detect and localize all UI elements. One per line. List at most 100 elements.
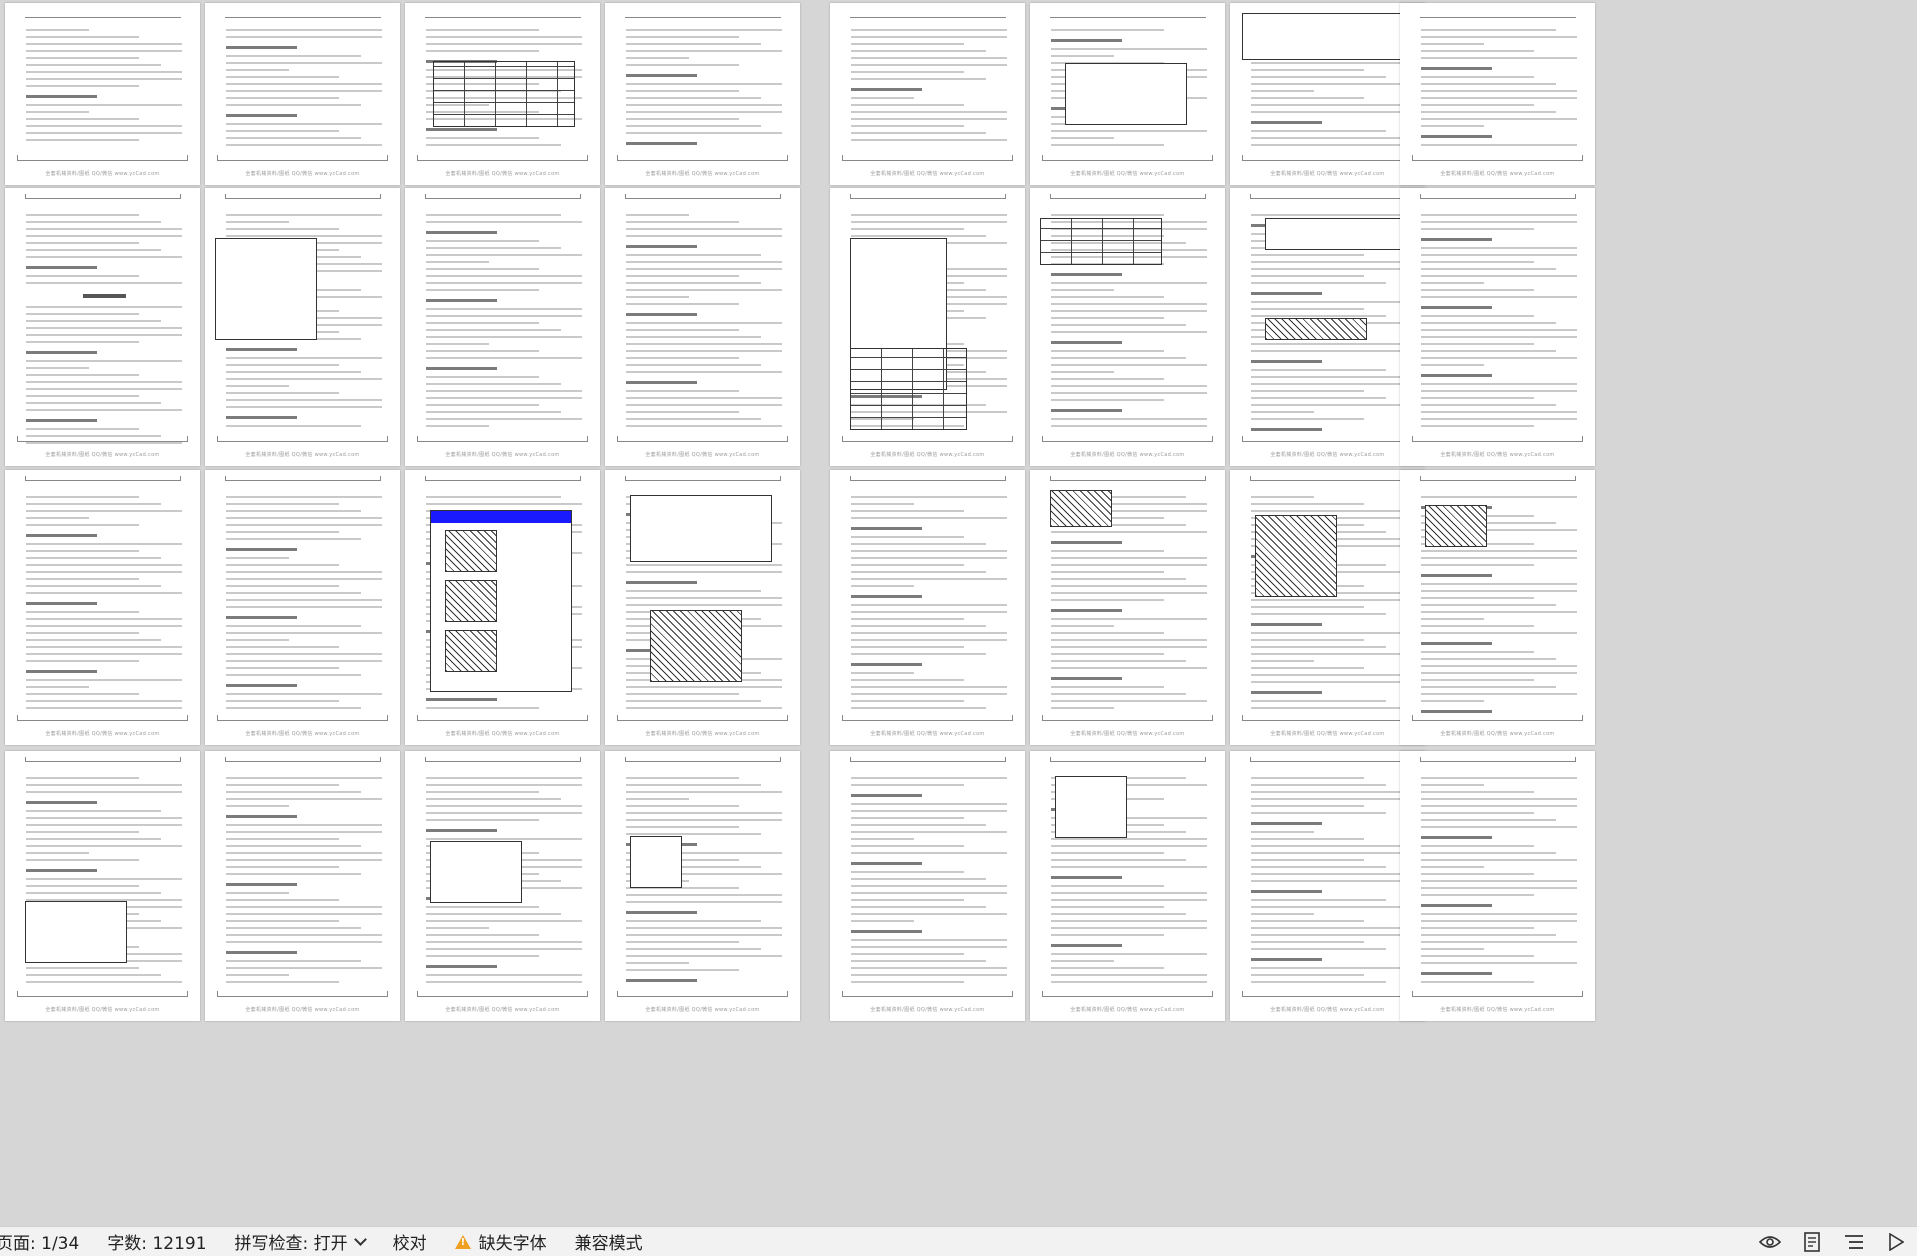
page-thumbnail[interactable]: 全套机械资料/图纸 QQ/微信 www.ycCad.com: [5, 3, 200, 185]
section-heading: [1051, 541, 1122, 544]
page-thumbnail[interactable]: 全套机械资料/图纸 QQ/微信 www.ycCad.com: [5, 188, 200, 466]
page-thumbnail[interactable]: 全套机械资料/图纸 QQ/微信 www.ycCad.com: [1400, 751, 1595, 1021]
text-line: [426, 29, 539, 31]
page-view-icon[interactable]: [1801, 1231, 1823, 1253]
page-indicator[interactable]: 页面: 1/34: [0, 1227, 93, 1256]
text-line: [1051, 144, 1164, 146]
text-line: [426, 275, 583, 277]
page-thumbnail[interactable]: 全套机械资料/图纸 QQ/微信 www.ycCad.com: [605, 470, 800, 745]
text-line: [626, 29, 783, 31]
page-thumbnail[interactable]: 全套机械资料/图纸 QQ/微信 www.ycCad.com: [405, 751, 600, 1021]
page-footer-text: 全套机械资料/图纸 QQ/微信 www.ycCad.com: [870, 731, 985, 737]
word-count[interactable]: 字数: 12191: [93, 1227, 220, 1256]
page-thumbnail[interactable]: 全套机械资料/图纸 QQ/微信 www.ycCad.com: [205, 751, 400, 1021]
page-thumbnail[interactable]: 全套机械资料/图纸 QQ/微信 www.ycCad.com: [1030, 188, 1225, 466]
page-thumbnail[interactable]: 全套机械资料/图纸 QQ/微信 www.ycCad.com: [205, 470, 400, 745]
spell-check-toggle[interactable]: 拼写检查: 打开: [221, 1227, 379, 1256]
missing-font-button[interactable]: ! 缺失字体: [441, 1227, 561, 1256]
page-thumbnail[interactable]: 全套机械资料/图纸 QQ/微信 www.ycCad.com: [830, 188, 1025, 466]
outline-icon[interactable]: [1843, 1231, 1865, 1253]
text-line: [226, 130, 339, 132]
text-line: [626, 927, 783, 929]
section-heading: [26, 95, 97, 98]
text-line: [226, 934, 383, 936]
page-footer-rule: [616, 155, 789, 161]
page-thumbnail[interactable]: 全套机械资料/图纸 QQ/微信 www.ycCad.com: [1030, 470, 1225, 745]
text-line: [26, 859, 139, 861]
play-icon[interactable]: [1885, 1231, 1907, 1253]
page-body-text: [26, 496, 183, 714]
text-line: [1251, 639, 1364, 641]
page-thumbnail[interactable]: 全套机械资料/图纸 QQ/微信 www.ycCad.com: [1400, 3, 1595, 185]
page-footer-text: 全套机械资料/图纸 QQ/微信 www.ycCad.com: [445, 452, 560, 458]
page-thumbnail[interactable]: 全套机械资料/图纸 QQ/微信 www.ycCad.com: [605, 751, 800, 1021]
text-line: [626, 812, 783, 814]
text-line: [26, 496, 139, 498]
section-heading: [851, 930, 922, 933]
page-body-text: [26, 29, 183, 146]
page-thumbnail[interactable]: 全套机械资料/图纸 QQ/微信 www.ycCad.com: [1400, 188, 1595, 466]
page-thumbnail[interactable]: 全套机械资料/图纸 QQ/微信 www.ycCad.com: [1400, 470, 1595, 745]
text-line: [1421, 798, 1578, 800]
text-line: [1051, 625, 1114, 627]
page-thumbnail[interactable]: 全套机械资料/图纸 QQ/微信 www.ycCad.com: [1230, 751, 1425, 1021]
page-thumbnail[interactable]: 全套机械资料/图纸 QQ/微信 www.ycCad.com: [1030, 3, 1225, 185]
text-line: [1421, 43, 1484, 45]
section-heading: [1051, 341, 1122, 344]
section-heading: [1421, 710, 1492, 713]
page-thumbnail[interactable]: 全套机械资料/图纸 QQ/微信 www.ycCad.com: [5, 470, 200, 745]
document-canvas[interactable]: 全套机械资料/图纸 QQ/微信 www.ycCad.com 全套机械资料/图纸 Q…: [0, 0, 1917, 1226]
page-thumbnail[interactable]: 全套机械资料/图纸 QQ/微信 www.ycCad.com: [605, 188, 800, 466]
text-line: [1421, 144, 1578, 146]
page-thumbnail[interactable]: 全套机械资料/图纸 QQ/微信 www.ycCad.com: [830, 3, 1025, 185]
text-line: [851, 557, 1008, 559]
page-footer-text: 全套机械资料/图纸 QQ/微信 www.ycCad.com: [1070, 731, 1185, 737]
proofread-button[interactable]: 校对: [379, 1227, 441, 1256]
text-line: [851, 946, 1008, 948]
part-drawing: [445, 580, 497, 622]
text-line: [1051, 707, 1114, 709]
page-thumbnail[interactable]: 全套机械资料/图纸 QQ/微信 www.ycCad.com: [830, 751, 1025, 1021]
text-line: [26, 578, 139, 580]
text-line: [1051, 660, 1186, 662]
text-line: [226, 235, 383, 237]
page-thumbnail[interactable]: 全套机械资料/图纸 QQ/微信 www.ycCad.com: [405, 470, 600, 745]
section-diagram: [1265, 318, 1367, 340]
text-line: [1051, 130, 1208, 132]
page-thumbnail[interactable]: 全套机械资料/图纸 QQ/微信 www.ycCad.com: [5, 751, 200, 1021]
text-line: [1421, 343, 1534, 345]
text-line: [1421, 404, 1556, 406]
text-line: [851, 810, 1008, 812]
text-line: [1421, 282, 1484, 284]
text-line: [1421, 618, 1484, 620]
text-line: [851, 646, 964, 648]
page-thumbnail[interactable]: 全套机械资料/图纸 QQ/微信 www.ycCad.com: [830, 470, 1025, 745]
compat-mode-button[interactable]: 兼容模式: [561, 1227, 657, 1256]
text-line: [1251, 62, 1408, 64]
text-line: [1421, 390, 1578, 392]
page-thumbnail[interactable]: 全套机械资料/图纸 QQ/微信 www.ycCad.com: [405, 188, 600, 466]
section-heading: [626, 74, 697, 77]
page-thumbnail[interactable]: 全套机械资料/图纸 QQ/微信 www.ycCad.com: [1030, 751, 1225, 1021]
text-line: [226, 62, 383, 64]
text-line: [851, 228, 964, 230]
page-thumbnail[interactable]: 全套机械资料/图纸 QQ/微信 www.ycCad.com: [605, 3, 800, 185]
text-line: [626, 83, 783, 85]
text-line: [1421, 777, 1578, 779]
page-thumbnail[interactable]: 全套机械资料/图纸 QQ/微信 www.ycCad.com: [205, 3, 400, 185]
page-thumbnail[interactable]: 全套机械资料/图纸 QQ/微信 www.ycCad.com: [405, 3, 600, 185]
text-line: [1421, 651, 1534, 653]
page-header-rule: [1419, 757, 1576, 762]
chevron-down-icon: [353, 1233, 367, 1246]
page-thumbnail[interactable]: 全套机械资料/图纸 QQ/微信 www.ycCad.com: [205, 188, 400, 466]
text-line: [1051, 137, 1114, 139]
data-table: [1040, 218, 1162, 265]
text-line: [226, 55, 361, 57]
text-line: [226, 29, 383, 31]
page-thumbnail[interactable]: 全套机械资料/图纸 QQ/微信 www.ycCad.com: [1230, 470, 1425, 745]
page-thumbnail[interactable]: 全套机械资料/图纸 QQ/微信 www.ycCad.com: [1230, 188, 1425, 466]
page-thumbnail[interactable]: 全套机械资料/图纸 QQ/微信 www.ycCad.com: [1230, 3, 1425, 185]
text-line: [626, 57, 689, 59]
eye-icon[interactable]: [1759, 1231, 1781, 1253]
text-line: [26, 29, 89, 31]
